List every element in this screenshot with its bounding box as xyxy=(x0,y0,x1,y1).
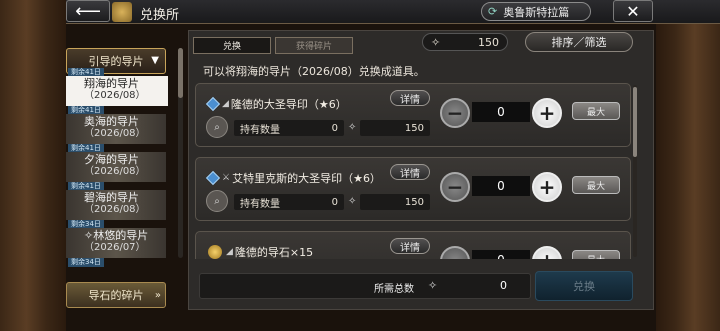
detail-button[interactable]: 详情 xyxy=(390,164,430,180)
sidebar-item-date: （2026/08） xyxy=(84,166,146,177)
increase-button[interactable]: + xyxy=(532,172,562,202)
sidebar-item-linyou[interactable]: 剩余34日 ✧林悠的导片 （2026/07） xyxy=(66,220,166,258)
double-chevron-right-icon: » xyxy=(154,289,161,301)
tool-icon: ◢ xyxy=(222,99,229,109)
sort-filter-button[interactable]: 排序／筛选 xyxy=(525,32,633,52)
decrease-button[interactable]: − xyxy=(440,246,470,259)
list-item: ◢ 隆德的大圣导印（★6） 详情 ⌕ 持有数量 0 ✧ 150 − 0 + 最大 xyxy=(195,83,631,147)
currency-amount: 150 xyxy=(478,35,499,49)
exchange-panel: 兑换 获得碎片 ✧ 150 排序／筛选 可以将翔海的导片（2026/08）兑换成… xyxy=(188,30,654,310)
sparkle-icon: ✧ xyxy=(84,229,94,242)
story-label: 奥鲁斯特拉篇 xyxy=(503,5,570,19)
sidebar-item-date: （2026/08） xyxy=(84,204,146,215)
item-name: ⚔ 艾特里克斯的大圣导印（★6） xyxy=(205,170,381,186)
sword-icon: ⚔ xyxy=(222,173,231,183)
sidebar-item-date: （2026/07） xyxy=(84,242,146,253)
sidebar-category-label: 引导的导片 xyxy=(88,55,144,68)
shard-cost-icon: ✧ xyxy=(348,122,357,133)
list-item: ⚔ 艾特里克斯的大圣导印（★6） 详情 ⌕ 持有数量 0 ✧ 150 − 0 + … xyxy=(195,157,631,221)
back-button[interactable]: ⟵ xyxy=(66,0,110,22)
currency-display: ✧ 150 xyxy=(422,33,508,51)
instruction-text: 可以将翔海的导片（2026/08）兑换成道具。 xyxy=(203,65,425,78)
sidebar-item-card: 碧海的导片 （2026/08） xyxy=(66,190,166,220)
left-frame xyxy=(0,0,66,331)
remaining-days-badge: 剩余34日 xyxy=(68,258,104,267)
increase-button[interactable]: + xyxy=(532,246,562,259)
story-switch-button[interactable]: ⟳ 奥鲁斯特拉篇 xyxy=(481,2,591,21)
sidebar-item-bihai[interactable]: 剩余41日 碧海的导片 （2026/08） xyxy=(66,182,166,220)
back-arrow-icon: ⟵ xyxy=(75,0,101,22)
shard-cost-icon: ✧ xyxy=(348,196,357,207)
total-value: 0 xyxy=(500,279,507,292)
max-button[interactable]: 最大 xyxy=(572,102,620,120)
sidebar-item-xianghai[interactable]: 剩余41日 翔海的导片 （2026/08） xyxy=(66,68,168,106)
item-cost: 150 xyxy=(360,120,430,136)
detail-button[interactable]: 详情 xyxy=(390,90,430,106)
sidebar-item-card: ✧林悠的导片 （2026/07） xyxy=(66,228,166,258)
tab-exchange[interactable]: 兑换 xyxy=(193,37,271,54)
sidebar-scrollbar-thumb[interactable] xyxy=(178,48,183,98)
owned-count: 持有数量 0 xyxy=(234,194,344,210)
shard-icon: ✧ xyxy=(431,35,441,49)
list-scrollbar-thumb[interactable] xyxy=(633,87,637,157)
gem-icon xyxy=(205,96,221,112)
item-name: ◢ 隆德的导石×15 xyxy=(208,244,313,259)
max-button[interactable]: 最大 xyxy=(572,250,620,259)
sidebar-item-card: 奥海的导片 （2026/08） xyxy=(66,114,166,144)
gem-icon xyxy=(205,170,221,186)
item-name: ◢ 隆德的大圣导印（★6） xyxy=(205,96,347,112)
sidebar-footer-label: 导石的碎片 xyxy=(88,289,144,302)
sidebar-item-card: 夕海的导片 （2026/08） xyxy=(66,152,166,182)
item-cost: 150 xyxy=(360,194,430,210)
exchange-emblem-icon xyxy=(112,2,132,22)
decrease-button[interactable]: − xyxy=(440,172,470,202)
total-bar: 所需总数 ✧ 0 xyxy=(199,273,531,299)
close-icon: ✕ xyxy=(626,1,640,21)
owned-count: 持有数量 0 xyxy=(234,120,344,136)
list-item: ◢ 隆德的导石×15 详情 − 0 + 最大 xyxy=(195,231,631,259)
sidebar-item-xihai[interactable]: 剩余41日 夕海的导片 （2026/08） xyxy=(66,144,166,182)
gold-stone-icon xyxy=(208,245,222,259)
close-button[interactable]: ✕ xyxy=(613,0,653,22)
quantity-field[interactable]: 0 xyxy=(472,176,530,196)
chevron-down-icon: ▼ xyxy=(151,55,159,66)
sidebar-item-card: 翔海的导片 （2026/08） xyxy=(66,76,168,106)
exchange-button[interactable]: 兑换 xyxy=(535,271,633,301)
max-button[interactable]: 最大 xyxy=(572,176,620,194)
item-list: ◢ 隆德的大圣导印（★6） 详情 ⌕ 持有数量 0 ✧ 150 − 0 + 最大 … xyxy=(195,83,631,259)
magnify-icon[interactable]: ⌕ xyxy=(206,190,228,212)
tab-obtained-shards[interactable]: 获得碎片 xyxy=(275,37,353,54)
magnify-icon[interactable]: ⌕ xyxy=(206,116,228,138)
sidebar-item-name: 夕海的导片 xyxy=(84,153,139,166)
sidebar-item-aohai[interactable]: 剩余41日 奥海的导片 （2026/08） xyxy=(66,106,166,144)
sidebar-item-name: 碧海的导片 xyxy=(84,191,139,204)
sidebar-footer-shards[interactable]: 导石的碎片 » xyxy=(66,282,166,308)
detail-button[interactable]: 详情 xyxy=(390,238,430,254)
sidebar-item-name: 翔海的导片 xyxy=(84,77,139,90)
right-frame xyxy=(656,0,720,331)
decrease-button[interactable]: − xyxy=(440,98,470,128)
cycle-icon: ⟳ xyxy=(488,5,498,18)
sidebar-item-date: （2026/08） xyxy=(84,128,146,139)
quantity-field[interactable]: 0 xyxy=(472,102,530,122)
shard-icon: ✧ xyxy=(428,279,438,292)
quantity-field[interactable]: 0 xyxy=(472,250,530,259)
page-title: 兑换所 xyxy=(140,8,180,23)
sidebar-item-name: ✧林悠的导片 xyxy=(84,229,149,242)
tool-icon: ◢ xyxy=(226,247,233,257)
total-label: 所需总数 xyxy=(374,284,414,295)
sidebar: 引导的导片 ▼ 剩余41日 翔海的导片 （2026/08） 剩余41日 奥海的导… xyxy=(66,48,168,310)
increase-button[interactable]: + xyxy=(532,98,562,128)
sidebar-item-name: 奥海的导片 xyxy=(84,115,139,128)
sidebar-item-date: （2026/08） xyxy=(84,90,146,101)
